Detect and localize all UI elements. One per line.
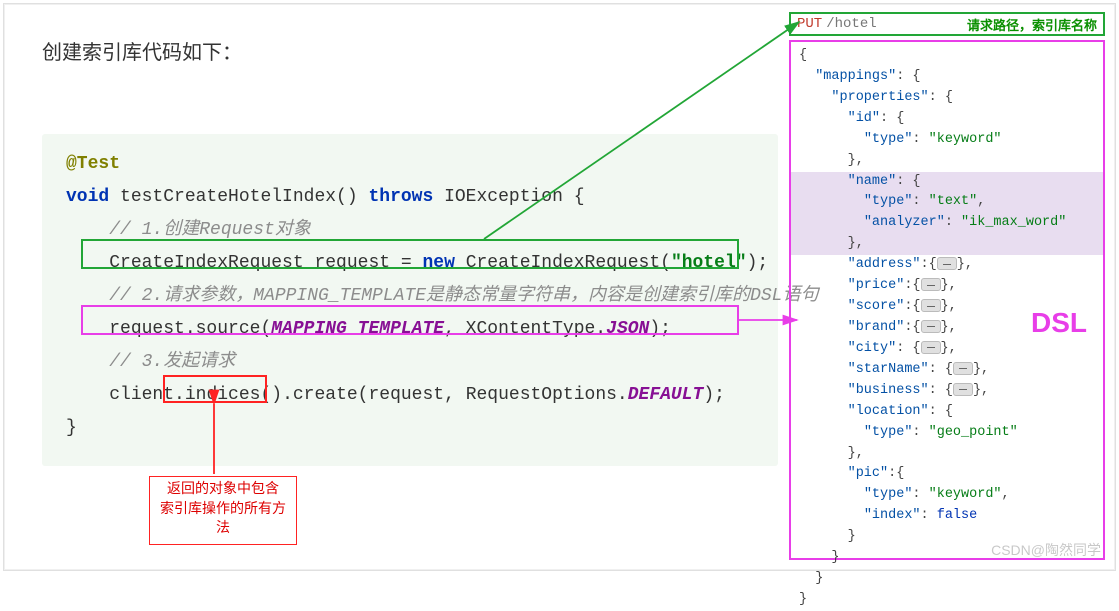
note-line1: 返回的对象中包含 [167, 482, 279, 498]
brace-close: } [799, 592, 807, 607]
highlight-indices [163, 375, 267, 403]
fold-icon[interactable] [953, 383, 973, 396]
brace-open: { [799, 48, 807, 63]
kw-throws: throws [368, 187, 433, 207]
jp-mappings: "mappings" [815, 69, 896, 84]
brace: } [831, 550, 839, 565]
page-container: 创建索引库代码如下： @Test void testCreateHotelInd… [3, 3, 1116, 571]
json-dsl-block: { "mappings": { "properties": { "id": { … [789, 40, 1105, 560]
http-method: PUT [797, 16, 822, 32]
kw-void: void [66, 187, 109, 207]
jp-city: "city" [848, 341, 897, 356]
java-code-block: @Test void testCreateHotelIndex() throws… [42, 134, 778, 466]
jp-type4: "type" [864, 487, 913, 502]
comment-3: // 3.发起请求 [109, 352, 235, 372]
jp-id: "id" [848, 111, 880, 126]
jp-star: "starName" [848, 362, 929, 377]
stmt-3b: .create(request, RequestOptions. [282, 385, 628, 405]
method-name: testCreateHotelIndex() [109, 187, 368, 207]
request-label: 请求路径，索引库名称 [967, 15, 1097, 34]
brace: } [848, 529, 856, 544]
comment-1: // 1.创建Request对象 [109, 220, 311, 240]
stmt-1c: ); [747, 253, 769, 273]
jp-loc: "location" [848, 404, 929, 419]
exc: IOException { [433, 187, 584, 207]
stmt-3e: ); [703, 385, 725, 405]
jp-bus: "business" [848, 383, 929, 398]
comment-2a: // 2.请求参数，MAPPING_TEMPLATE是静态常量字符串，内容是创建… [109, 286, 750, 306]
note-line2: 索引库操作的所有方法 [160, 502, 286, 538]
jp-address: "address" [848, 257, 921, 272]
highlight-source [81, 305, 739, 335]
fold-icon[interactable] [921, 299, 941, 312]
section-title: 创建索引库代码如下： [42, 36, 242, 66]
fold-icon[interactable] [921, 320, 941, 333]
jp-properties: "properties" [831, 90, 928, 105]
fold-icon[interactable] [921, 278, 941, 291]
jp-an: "analyzer" [864, 215, 945, 230]
jk-false: false [937, 508, 978, 523]
jp-type: "type" [864, 132, 913, 147]
jp-score: "score" [848, 299, 905, 314]
js-ik: "ik_max_word" [961, 215, 1066, 230]
jp-index: "index" [864, 508, 921, 523]
js-text: "text" [929, 194, 978, 209]
request-path: /hotel [826, 16, 876, 32]
dsl-label: DSL [1031, 307, 1087, 339]
fold-icon[interactable] [921, 341, 941, 354]
annotation: @Test [66, 154, 120, 174]
js-geo: "geo_point" [929, 425, 1018, 440]
fold-icon[interactable] [953, 362, 973, 375]
default-const: DEFAULT [628, 385, 704, 405]
js-kw2: "keyword" [929, 487, 1002, 502]
jp-pic: "pic" [848, 466, 889, 481]
jp-price: "price" [848, 278, 905, 293]
js-keyword: "keyword" [929, 132, 1002, 147]
jp-type2: "type" [864, 194, 913, 209]
note-indices: 返回的对象中包含 索引库操作的所有方法 [149, 476, 297, 545]
comment-2b: DSL [750, 286, 782, 306]
jp-brand: "brand" [848, 320, 905, 335]
jp-name: "name" [848, 174, 897, 189]
fold-icon[interactable] [937, 257, 957, 270]
close-brace: } [66, 418, 77, 438]
highlight-create-request [81, 239, 739, 269]
brace: } [815, 571, 823, 586]
jp-type3: "type" [864, 425, 913, 440]
watermark: CSDN@陶然同学 [991, 540, 1101, 560]
